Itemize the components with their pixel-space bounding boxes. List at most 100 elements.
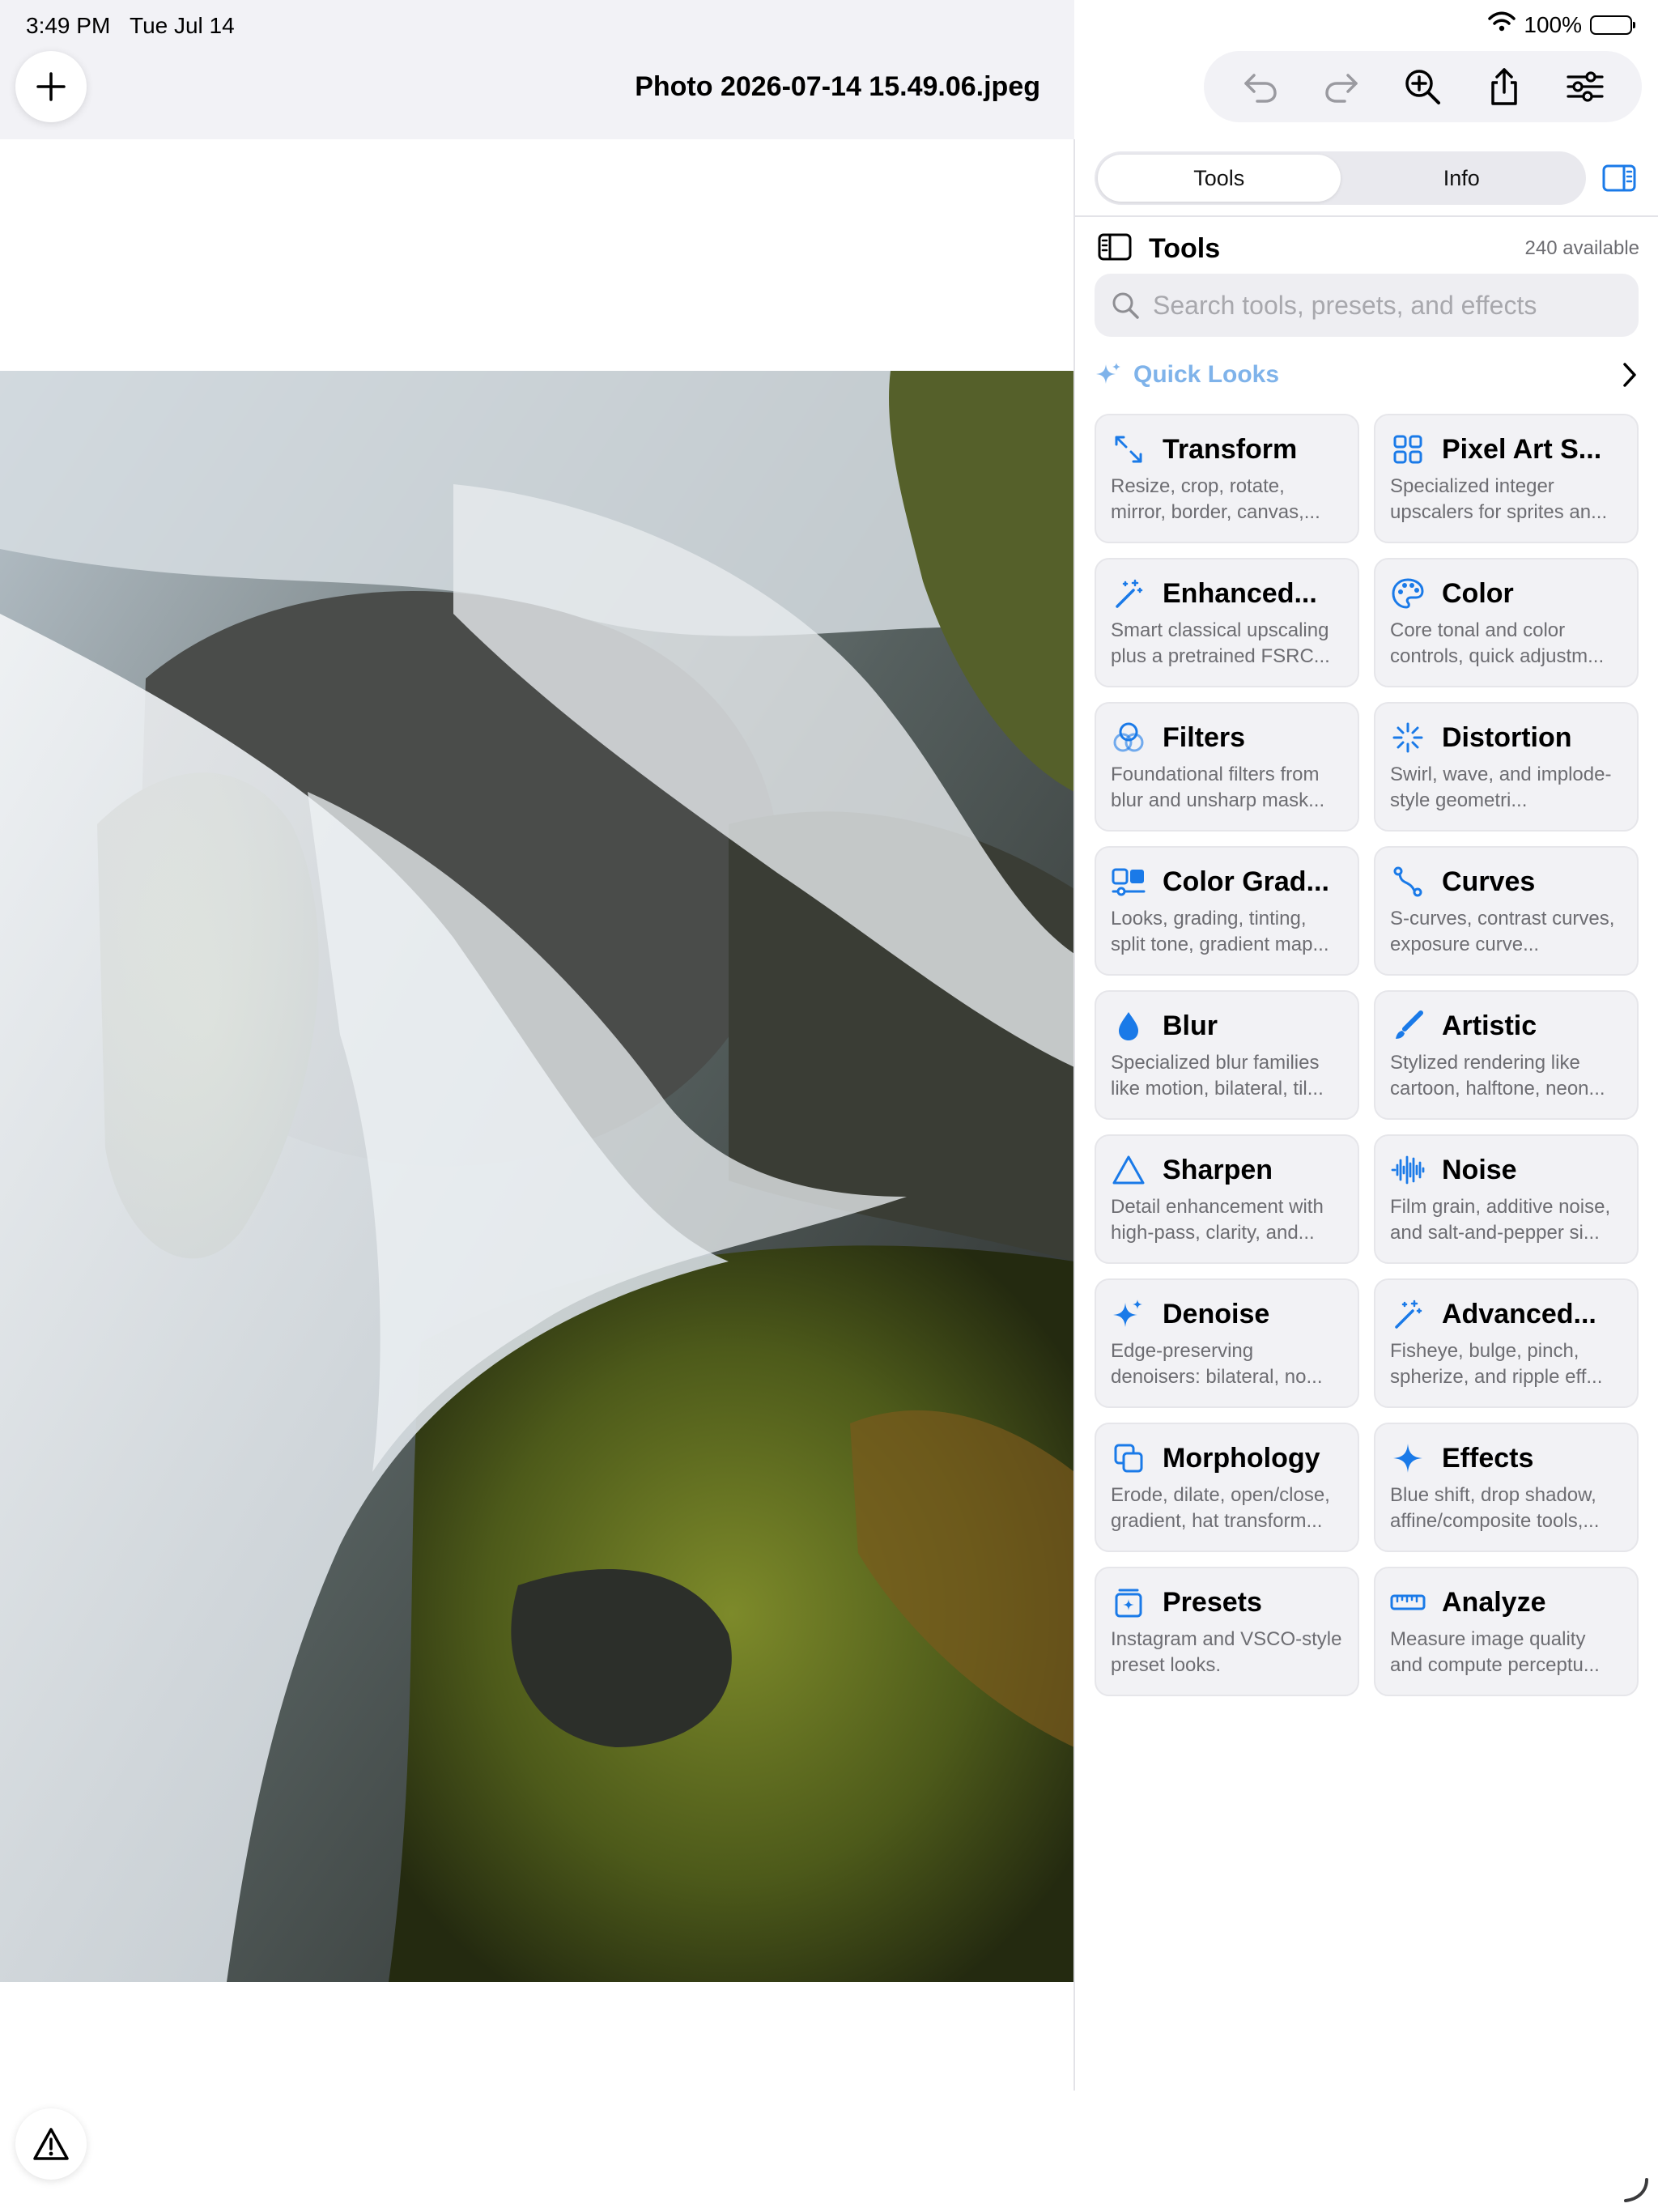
color-grading-icon <box>1111 864 1146 900</box>
zoom-in-icon <box>1405 70 1441 104</box>
tool-card-title: Morphology <box>1163 1442 1320 1474</box>
photo-image <box>0 371 1074 1982</box>
canvas-area[interactable] <box>0 139 1074 2212</box>
tool-card[interactable]: Presets Instagram and VSCO-style preset … <box>1095 1567 1359 1696</box>
sidebar-separator <box>1075 215 1658 217</box>
tool-card-description: Fisheye, bulge, pinch, spherize, and rip… <box>1390 1340 1603 1388</box>
tool-card-title: Color <box>1442 577 1514 609</box>
search-field[interactable] <box>1095 274 1639 337</box>
status-date: Tue Jul 14 <box>130 13 235 38</box>
tool-card-title: Artistic <box>1442 1010 1537 1041</box>
chevron-right-icon <box>1623 363 1636 387</box>
tool-card-description: Measure image quality and compute percep… <box>1390 1628 1600 1676</box>
drop-icon <box>1111 1008 1146 1044</box>
triangle-icon <box>1111 1152 1146 1188</box>
tool-card[interactable]: Curves S-curves, contrast curves, exposu… <box>1374 846 1639 976</box>
sliders-icon <box>1567 71 1604 102</box>
transform-icon <box>1111 432 1146 467</box>
tool-card-description: Looks, grading, tinting, split tone, gra… <box>1111 908 1329 955</box>
tool-card[interactable]: Pixel Art S... Specialized integer upsca… <box>1374 414 1639 543</box>
tool-card[interactable]: Filters Foundational filters from blur a… <box>1095 702 1359 832</box>
status-bar: 3:49 PM Tue Jul 14 100% <box>0 0 1658 50</box>
zoom-button[interactable] <box>1394 58 1451 115</box>
resize-handle-icon[interactable] <box>1619 2173 1652 2206</box>
magic-wand-icon <box>1390 1296 1426 1332</box>
tool-card-description: Specialized blur families like motion, b… <box>1111 1052 1324 1100</box>
sparkles-icon <box>1111 1296 1146 1332</box>
tool-card[interactable]: Distortion Swirl, wave, and implode-styl… <box>1374 702 1639 832</box>
tools-title: Tools <box>1149 232 1221 264</box>
magic-wand-icon <box>1111 576 1146 611</box>
filters-icon <box>1111 720 1146 755</box>
undo-icon <box>1244 74 1277 103</box>
redo-icon <box>1325 74 1358 103</box>
tools-grid: Transform Resize, crop, rotate, mirror, … <box>1095 414 1639 1696</box>
tool-card[interactable]: Transform Resize, crop, rotate, mirror, … <box>1095 414 1359 543</box>
tool-card-description: Edge-preserving denoisers: bilateral, no… <box>1111 1340 1323 1388</box>
tool-card-title: Enhanced... <box>1163 577 1317 609</box>
tool-card-title: Transform <box>1163 433 1298 465</box>
quick-looks-row[interactable]: Quick Looks <box>1095 356 1639 393</box>
tool-card[interactable]: Blur Specialized blur families like moti… <box>1095 990 1359 1120</box>
warning-icon <box>33 2128 69 2160</box>
plus-icon <box>36 72 66 101</box>
tool-card[interactable]: Denoise Edge-preserving denoisers: bilat… <box>1095 1278 1359 1408</box>
photo-canvas[interactable] <box>0 371 1074 1982</box>
tool-card[interactable]: Analyze Measure image quality and comput… <box>1374 1567 1639 1696</box>
action-toolbar <box>1204 51 1642 122</box>
sidebar-left-icon[interactable] <box>1097 232 1133 266</box>
tool-card-description: Smart classical upscaling plus a pretrai… <box>1111 619 1330 667</box>
tool-card[interactable]: Color Grad... Looks, grading, tinting, s… <box>1095 846 1359 976</box>
tool-card[interactable]: Morphology Erode, dilate, open/close, gr… <box>1095 1423 1359 1552</box>
tool-card[interactable]: Sharpen Detail enhancement with high-pas… <box>1095 1134 1359 1264</box>
waveform-icon <box>1390 1152 1426 1188</box>
tool-card[interactable]: Advanced... Fisheye, bulge, pinch, spher… <box>1374 1278 1639 1408</box>
tool-card-description: Erode, dilate, open/close, gradient, hat… <box>1111 1484 1330 1532</box>
quick-looks-label: Quick Looks <box>1133 361 1280 388</box>
tool-card-title: Curves <box>1442 866 1536 897</box>
tool-card-title: Effects <box>1442 1442 1534 1474</box>
curves-icon <box>1390 864 1426 900</box>
tool-card[interactable]: Enhanced... Smart classical upscaling pl… <box>1095 558 1359 687</box>
inspector-toggle-button[interactable] <box>1601 162 1637 194</box>
tool-card-description: Specialized integer upscalers for sprite… <box>1390 475 1608 523</box>
ruler-icon <box>1390 1585 1426 1620</box>
search-icon <box>1112 292 1139 319</box>
search-input[interactable] <box>1153 290 1622 321</box>
tool-card-title: Sharpen <box>1163 1154 1273 1185</box>
tool-card-title: Advanced... <box>1442 1298 1596 1329</box>
warning-button[interactable] <box>15 2108 87 2180</box>
tool-card[interactable]: Color Core tonal and color controls, qui… <box>1374 558 1639 687</box>
tool-card-title: Filters <box>1163 721 1246 753</box>
tool-card[interactable]: Artistic Stylized rendering like cartoon… <box>1374 990 1639 1120</box>
tool-card[interactable]: Noise Film grain, additive noise, and sa… <box>1374 1134 1639 1264</box>
brush-icon <box>1390 1008 1426 1044</box>
grid-icon <box>1390 432 1426 467</box>
tool-card-title: Color Grad... <box>1163 866 1329 897</box>
undo-button[interactable] <box>1232 58 1289 115</box>
tool-card-title: Distortion <box>1442 721 1572 753</box>
redo-button[interactable] <box>1313 58 1370 115</box>
add-button[interactable] <box>15 51 87 122</box>
tab-info[interactable]: Info <box>1341 155 1584 202</box>
tool-card[interactable]: Effects Blue shift, drop shadow, affine/… <box>1374 1423 1639 1552</box>
battery-percent: 100% <box>1524 11 1582 37</box>
segmented-control: Tools Info <box>1095 151 1586 205</box>
share-icon <box>1490 68 1517 105</box>
tool-card-description: Swirl, wave, and implode-style geometri.… <box>1390 764 1612 811</box>
tab-tools[interactable]: Tools <box>1098 155 1341 202</box>
morphology-icon <box>1111 1440 1146 1476</box>
adjustments-button[interactable] <box>1557 58 1613 115</box>
sidebar-right-icon <box>1602 164 1636 192</box>
sparkles-icon <box>1096 363 1120 384</box>
tool-card-description: Film grain, additive noise, and salt-and… <box>1390 1196 1611 1244</box>
tool-card-description: Stylized rendering like cartoon, halfton… <box>1390 1052 1605 1100</box>
share-button[interactable] <box>1476 58 1533 115</box>
tool-card-description: S-curves, contrast curves, exposure curv… <box>1390 908 1615 955</box>
document-title: Photo 2026-07-14 15.49.06.jpeg <box>635 71 1040 102</box>
palette-icon <box>1390 576 1426 611</box>
tools-sidebar: Tools Info Tools 240 available Quick Loo… <box>1075 139 1658 2091</box>
distortion-icon <box>1390 720 1426 755</box>
wifi-icon <box>1488 11 1516 38</box>
battery-icon <box>1590 15 1635 35</box>
